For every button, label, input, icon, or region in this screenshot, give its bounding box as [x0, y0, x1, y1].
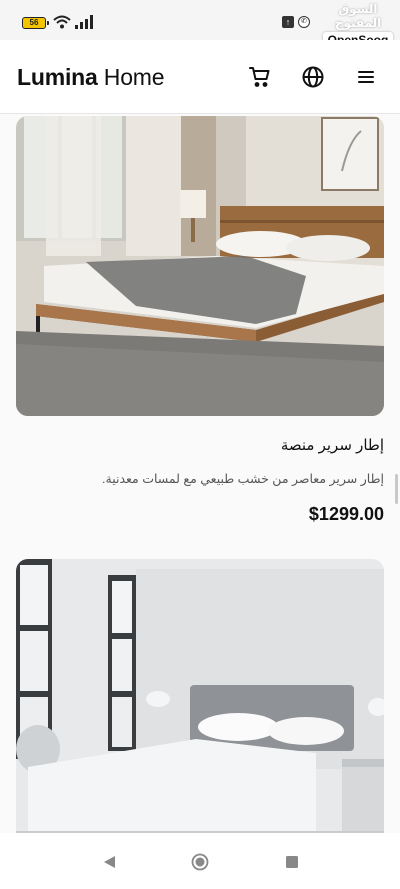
recent-apps-button[interactable]	[283, 853, 301, 871]
back-button[interactable]	[100, 853, 118, 871]
product-image[interactable]	[16, 559, 384, 833]
cart-button[interactable]	[247, 64, 273, 90]
system-nav-bar	[0, 833, 400, 889]
signal-icon	[75, 15, 93, 29]
battery-icon: 56	[22, 17, 49, 29]
app-header: Lumina Home	[0, 40, 400, 114]
menu-button[interactable]	[353, 64, 379, 90]
product-description: إطار سرير معاصر من خشب طبيعي مع لمسات مع…	[102, 472, 384, 486]
product-image[interactable]	[16, 116, 384, 416]
scrollbar[interactable]	[395, 474, 398, 504]
menu-icon	[358, 71, 374, 83]
brand-name-bold: Lumina	[17, 64, 98, 90]
product-card[interactable]	[16, 559, 384, 833]
product-list[interactable]: إطار سرير منصة إطار سرير معاصر من خشب طب…	[0, 114, 400, 833]
product-price: $1299.00	[308, 504, 384, 524]
cart-icon	[249, 67, 270, 87]
back-icon	[104, 856, 115, 868]
language-button[interactable]	[300, 64, 326, 90]
recent-apps-icon	[286, 856, 298, 868]
watermark-arabic: السوق المفتوح	[334, 2, 382, 30]
upload-icon: ↑	[282, 16, 294, 28]
home-button[interactable]	[191, 853, 209, 871]
notification-icons: ↑ ✆	[282, 16, 310, 28]
brand-logo[interactable]: Lumina Home	[17, 64, 165, 91]
product-card[interactable]: إطار سرير منصة إطار سرير معاصر من خشب طب…	[16, 116, 384, 524]
wifi-icon	[53, 15, 71, 29]
product-title[interactable]: إطار سرير منصة	[16, 436, 384, 454]
battery-level: 56	[29, 18, 39, 27]
brand-name-light: Home	[103, 64, 165, 90]
status-bar: 56 ↑ ✆ السوق المفتوح OpenSooq	[0, 0, 400, 48]
globe-icon	[302, 66, 324, 88]
whatsapp-icon: ✆	[298, 16, 310, 28]
home-icon	[191, 853, 209, 871]
